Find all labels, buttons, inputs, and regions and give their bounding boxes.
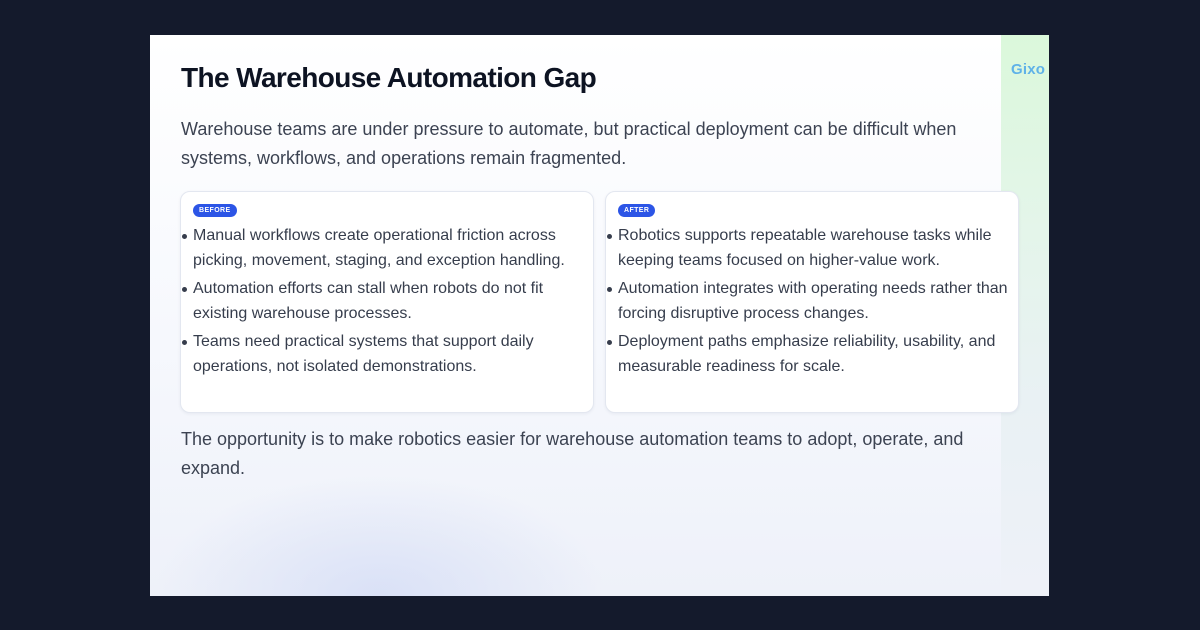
before-list-item: Manual workflows create operational fric… [182,224,585,273]
slide: Gixo The Warehouse Automation Gap Wareho… [150,35,1049,596]
after-item-text: Robotics supports repeatable warehouse t… [618,227,992,269]
before-badge: BEFORE [193,204,237,217]
before-item-text: Manual workflows create operational fric… [193,227,565,269]
before-list-item: Automation efforts can stall when robots… [182,277,585,326]
before-item-text: Automation efforts can stall when robots… [193,280,544,322]
after-card: AFTER Robotics supports repeatable wareh… [605,191,1019,413]
before-card: BEFORE Manual workflows create operation… [180,191,594,413]
after-list-item: Robotics supports repeatable warehouse t… [607,224,1010,273]
brand-logo: Gixo [1011,61,1046,78]
slide-title: The Warehouse Automation Gap [181,62,597,93]
after-list-item: Deployment paths emphasize reliability, … [607,330,1010,379]
after-list: Robotics supports repeatable warehouse t… [607,224,1010,383]
bullet-icon [607,234,612,239]
before-list-item: Teams need practical systems that suppor… [182,330,585,379]
before-item-text: Teams need practical systems that suppor… [193,333,534,375]
intro-text: Warehouse teams are under pressure to au… [181,119,957,168]
bullet-icon [607,287,612,292]
after-item-text: Deployment paths emphasize reliability, … [618,333,996,375]
before-list: Manual workflows create operational fric… [182,224,585,383]
bullet-icon [607,340,612,345]
after-list-item: Automation integrates with operating nee… [607,277,1010,326]
bullet-icon [182,340,187,345]
bullet-icon [182,234,187,239]
after-badge: AFTER [618,204,656,217]
bullet-icon [182,287,187,292]
after-item-text: Automation integrates with operating nee… [618,280,1008,322]
outro-text: The opportunity is to make robotics easi… [181,429,964,478]
